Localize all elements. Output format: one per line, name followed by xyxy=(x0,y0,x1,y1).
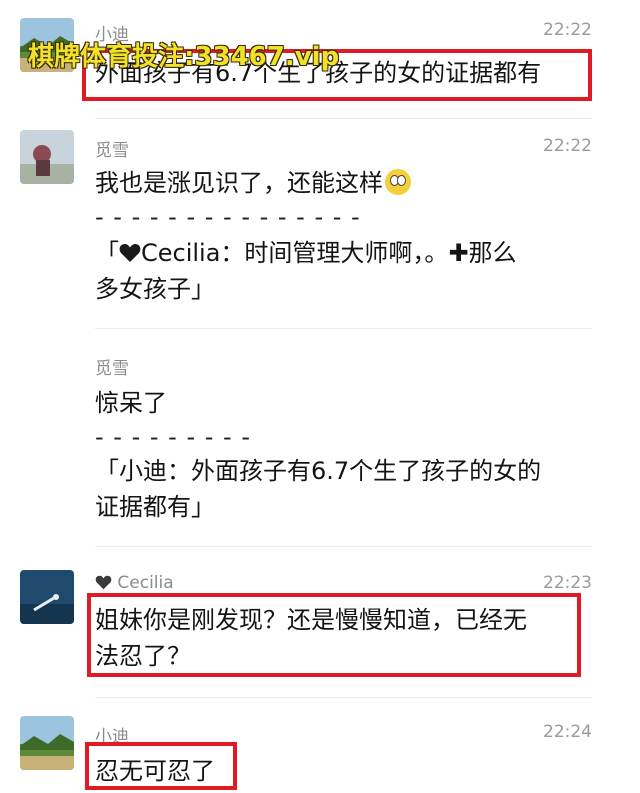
quoted-message[interactable]: 「小迪：外面孩子有6.7个生了孩子的女的 xyxy=(95,454,541,488)
divider xyxy=(95,546,592,547)
sender-name: 觅雪 xyxy=(95,141,129,161)
message-line: 我也是涨见识了，还能这样 xyxy=(95,169,383,197)
quote-open: 「 xyxy=(95,239,119,267)
divider xyxy=(95,118,592,119)
avatar[interactable] xyxy=(20,130,74,184)
black-heart-icon xyxy=(95,575,112,590)
sender-name: 觅雪 xyxy=(95,359,129,379)
quoted-message-continued: 多女孩子」 xyxy=(95,275,215,303)
divider xyxy=(95,328,592,329)
message-time: 22:24 xyxy=(543,722,592,742)
message-time: 22:22 xyxy=(543,136,592,156)
quote-separator: - - - - - - - - - xyxy=(95,423,251,451)
sender-name-text: Cecilia xyxy=(117,573,174,593)
watermark-text: 棋牌体育投注:33467.vip xyxy=(28,42,340,72)
message-time: 22:22 xyxy=(543,20,592,40)
quote-separator: - - - - - - - - - - - - - - - xyxy=(95,203,361,231)
avatar[interactable] xyxy=(20,570,74,624)
quote-text: Cecilia：时间管理大师啊，。 xyxy=(141,239,449,267)
message-text[interactable]: 惊呆了 xyxy=(95,386,167,420)
quoted-message[interactable]: 「 Cecilia：时间管理大师啊，。✚那么 xyxy=(95,236,517,270)
message-text[interactable]: 我也是涨见识了，还能这样 xyxy=(95,166,411,200)
avatar[interactable] xyxy=(20,716,74,770)
quoted-message-continued: 证据都有」 xyxy=(95,493,215,521)
sender-name: Cecilia xyxy=(95,573,174,593)
message-time: 22:23 xyxy=(543,573,592,593)
highlight-box xyxy=(87,593,581,677)
surprised-face-icon xyxy=(385,169,411,195)
highlight-box xyxy=(85,742,237,790)
divider xyxy=(95,697,592,698)
quote-text: 那么 xyxy=(468,239,517,267)
black-heart-icon xyxy=(119,244,141,262)
plus-icon: ✚ xyxy=(448,239,469,267)
